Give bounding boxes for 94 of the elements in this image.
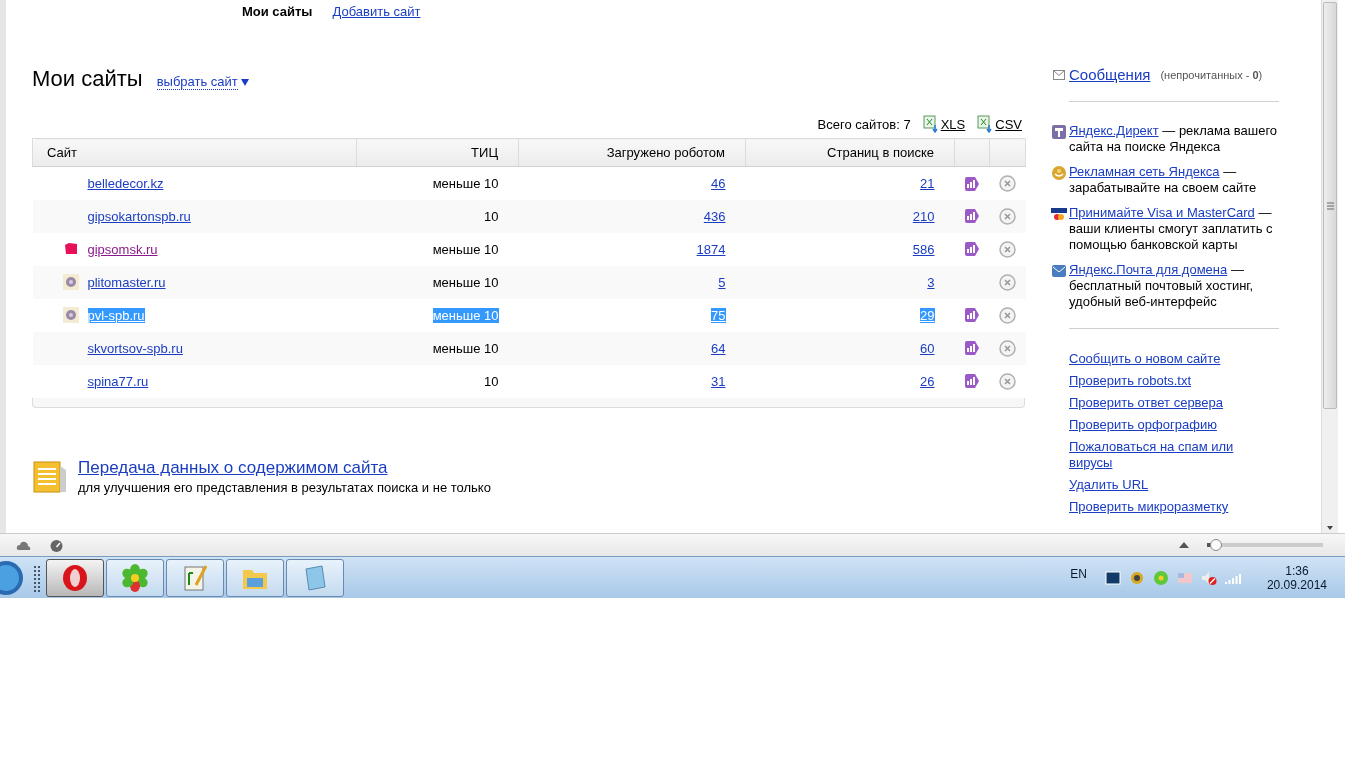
tic-value: меньше 10 — [432, 241, 499, 257]
taskbar-button[interactable] — [166, 558, 224, 597]
indexed-pages-link[interactable]: 21 — [920, 175, 935, 191]
column-header: ТИЦ — [356, 138, 519, 167]
remove-icon[interactable] — [999, 273, 1016, 291]
export-link[interactable]: CSV — [995, 116, 1022, 132]
tic-value: 10 — [484, 208, 499, 224]
bar-chart-icon[interactable] — [964, 175, 980, 192]
scrollbar[interactable] — [1321, 0, 1338, 534]
start-orb-icon[interactable] — [0, 560, 26, 595]
clock-time[interactable]: 1:36 — [1285, 563, 1309, 578]
tool-link[interactable]: Проверить орфографию — [1069, 417, 1249, 433]
ad-link[interactable]: Рекламная сеть Яндекса — [1069, 164, 1220, 179]
remove-icon[interactable] — [999, 174, 1016, 192]
site-link[interactable]: skvortsov-spb.ru — [87, 340, 183, 356]
tic-value: меньше 10 — [432, 175, 499, 191]
envelope-icon — [1051, 263, 1067, 279]
tool-link[interactable]: Пожаловаться на спам или вирусы — [1069, 439, 1249, 471]
spreadsheet-download-icon — [977, 115, 994, 133]
tic-value: меньше 10 — [432, 274, 499, 290]
ad-text: Рекламная сеть Яндекса — зарабатывайте на своем сайте — [1069, 164, 1258, 196]
taskbar-button[interactable] — [226, 558, 284, 597]
site-link[interactable]: gipsomsk.ru — [87, 241, 158, 257]
taskbar-button[interactable] — [286, 558, 344, 597]
remove-icon[interactable] — [999, 339, 1016, 357]
ad-link[interactable]: Принимайте Visa и MasterCard — [1069, 205, 1255, 220]
ad-text: Принимайте Visa и MasterCard — ваши клиенты смогут заплатить с помощью банковской карты — [1069, 205, 1274, 253]
remove-icon[interactable] — [999, 306, 1016, 324]
gauge-icon[interactable] — [49, 538, 64, 552]
unread-count: (непрочитанных - 0) — [1160, 68, 1263, 81]
ad-text: Яндекс.Директ — реклама вашего сайта на поиске Яндекса — [1069, 123, 1279, 155]
column-header: Страниц в поиске — [745, 138, 955, 167]
indexed-pages-link[interactable]: 210 — [912, 208, 935, 224]
ad-link[interactable]: Яндекс.Почта для домена — [1069, 262, 1228, 277]
remove-icon[interactable] — [999, 372, 1016, 390]
indexed-pages-link[interactable]: 586 — [912, 241, 935, 257]
ad-link[interactable]: Яндекс.Директ — [1069, 123, 1159, 138]
column-header: Загружено роботом — [518, 138, 746, 167]
tool-link[interactable]: Проверить robots.txt — [1069, 373, 1249, 389]
bar-chart-icon[interactable] — [964, 340, 980, 357]
spreadsheet-download-icon — [922, 115, 939, 133]
site-link[interactable]: spina77.ru — [87, 373, 149, 389]
site-link[interactable]: belledecor.kz — [87, 175, 164, 191]
site-link[interactable]: gipsokartonspb.ru — [87, 208, 191, 224]
promo-description: для улучшения его представления в результатах поиска и не только — [78, 479, 491, 495]
coin-icon — [1051, 165, 1067, 181]
remove-icon[interactable] — [999, 207, 1016, 225]
clock-date[interactable]: 20.09.2014 — [1266, 577, 1327, 592]
indexed-pages-link[interactable]: 3 — [927, 274, 935, 290]
loaded-pages-link[interactable]: 1874 — [696, 241, 726, 257]
tic-value: меньше 10 — [432, 307, 499, 323]
tic-value: 10 — [484, 373, 499, 389]
language-indicator[interactable]: EN — [1070, 566, 1087, 581]
document-icon — [32, 459, 68, 494]
bar-chart-icon[interactable] — [964, 208, 980, 225]
remove-icon[interactable] — [999, 240, 1016, 258]
site-favicon-icon — [62, 307, 79, 323]
loaded-pages-link[interactable]: 64 — [711, 340, 726, 356]
site-favicon-icon — [62, 274, 79, 290]
export-link[interactable]: XLS — [940, 116, 966, 132]
messages-link[interactable]: Сообщения — [1069, 66, 1151, 83]
opera-o-icon — [60, 562, 90, 593]
indexed-pages-link[interactable]: 60 — [920, 340, 935, 356]
caret-icon — [240, 78, 249, 86]
loaded-pages-link[interactable]: 31 — [711, 373, 726, 389]
taskbar-button[interactable] — [46, 558, 104, 597]
tool-link[interactable]: Проверить микроразметку — [1069, 499, 1249, 515]
envelope-icon — [1053, 69, 1065, 80]
site-link[interactable]: plitomaster.ru — [87, 274, 166, 290]
loaded-pages-link[interactable]: 46 — [711, 175, 726, 191]
tool-link[interactable]: Проверить ответ сервера — [1069, 395, 1249, 411]
ad-text: Яндекс.Почта для домена — бесплатный почтовый хостинг, удобный веб-интерфейс — [1069, 262, 1255, 310]
nav-link[interactable]: Мои сайты — [242, 4, 313, 27]
bar-chart-icon[interactable] — [964, 307, 980, 324]
nav-link[interactable]: Добавить сайт — [332, 4, 421, 27]
tool-link[interactable]: Удалить URL — [1069, 477, 1249, 493]
tool-link[interactable]: Сообщить о новом сайте — [1069, 351, 1249, 367]
bar-chart-icon[interactable] — [964, 373, 980, 390]
loaded-pages-link[interactable]: 5 — [718, 274, 726, 290]
grip-icon — [1326, 201, 1334, 210]
site-picker[interactable]: выбрать сайт — [156, 74, 238, 90]
site-favicon-icon — [62, 241, 79, 257]
page-title: Мои сайты — [32, 66, 143, 92]
promo-title-link[interactable]: Передача данных о содержимом сайта — [78, 457, 491, 478]
bar-chart-icon[interactable] — [964, 241, 980, 258]
taskbar-button[interactable] — [106, 558, 164, 597]
tic-value: меньше 10 — [432, 340, 499, 356]
card-logo-icon — [1051, 206, 1067, 222]
flower-icon — [120, 562, 150, 593]
indexed-pages-link[interactable]: 26 — [920, 373, 935, 389]
column-header: Сайт — [32, 138, 357, 167]
total-sites: Всего сайтов: 7 — [817, 116, 911, 132]
loaded-pages-link[interactable]: 436 — [703, 208, 726, 224]
up-arrow-icon[interactable] — [1179, 542, 1189, 549]
